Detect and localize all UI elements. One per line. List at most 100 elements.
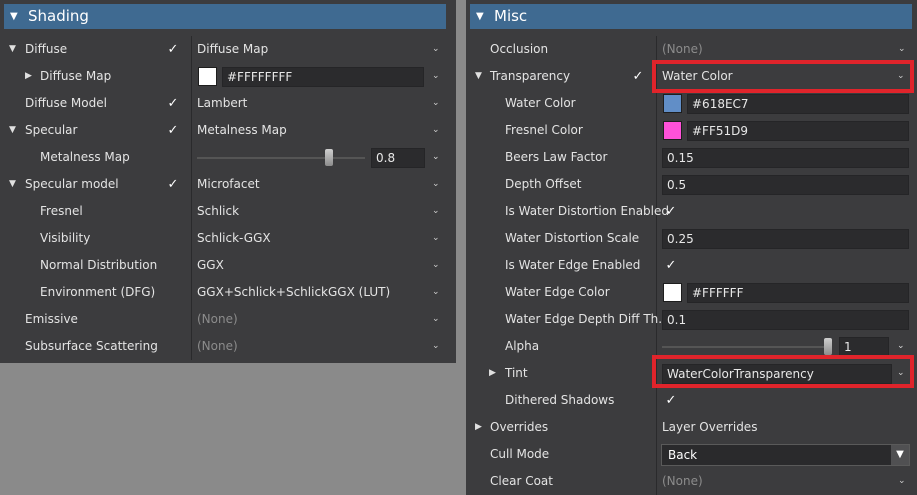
water-distortion-scale-label: Water Distortion Scale	[505, 231, 640, 245]
water-distortion-checkbox[interactable]: ✓	[664, 205, 678, 219]
diffuse-model-checkbox[interactable]: ✓	[166, 97, 180, 111]
shading-header[interactable]: ▼ Shading	[4, 4, 446, 29]
chevron-down-icon[interactable]: ⌄	[432, 198, 440, 224]
subsurface-value[interactable]: (None)	[197, 333, 238, 360]
water-color-field[interactable]: #618EC7	[687, 94, 909, 114]
misc-header[interactable]: ▼ Misc	[470, 4, 912, 29]
transparency-checkbox[interactable]: ✓	[631, 70, 645, 84]
clear-coat-label: Clear Coat	[490, 474, 553, 488]
row-diffuse: ▼ Diffuse ✓ Diffuse Map ⌄	[0, 36, 456, 63]
chevron-down-icon[interactable]: ⌄	[898, 36, 906, 62]
expand-arrow-icon[interactable]: ▼	[475, 63, 482, 90]
beers-law-field[interactable]: 0.15	[662, 148, 909, 168]
expand-arrow-icon[interactable]: ▼	[9, 36, 16, 63]
fresnel-color-field[interactable]: #FF51D9	[687, 121, 909, 141]
chevron-down-icon[interactable]: ⌄	[432, 117, 440, 143]
collapse-arrow-icon[interactable]: ▼	[476, 4, 484, 29]
row-tint: ▶ Tint WaterColorTransparency ⌄	[466, 360, 917, 387]
expand-arrow-icon[interactable]: ▶	[25, 63, 32, 90]
expand-arrow-icon[interactable]: ▼	[9, 117, 16, 144]
specular-checkbox[interactable]: ✓	[166, 124, 180, 138]
row-specular: ▼ Specular ✓ Metalness Map ⌄	[0, 117, 456, 144]
alpha-slider-track[interactable]	[662, 346, 832, 348]
environment-label: Environment (DFG)	[40, 285, 156, 299]
clear-coat-value[interactable]: (None)	[662, 468, 703, 495]
row-water-color: Water Color #618EC7	[466, 90, 917, 117]
transparency-value[interactable]: Water Color	[662, 63, 733, 90]
metalness-value-field[interactable]: 0.8	[371, 148, 425, 168]
occlusion-value[interactable]: (None)	[662, 36, 703, 63]
chevron-down-icon[interactable]: ⌄	[432, 36, 440, 62]
row-cull-mode: Cull Mode Back ▼	[466, 441, 917, 468]
chevron-down-icon[interactable]: ▼	[891, 445, 909, 465]
tint-field[interactable]: WaterColorTransparency	[662, 364, 892, 384]
row-dithered-shadows: Dithered Shadows ✓	[466, 387, 917, 414]
chevron-down-icon[interactable]: ⌄	[432, 252, 440, 278]
chevron-down-icon[interactable]: ⌄	[432, 306, 440, 332]
row-water-distortion-scale: Water Distortion Scale 0.25	[466, 225, 917, 252]
chevron-down-icon[interactable]: ⌄	[432, 171, 440, 197]
chevron-down-icon[interactable]: ⌄	[432, 144, 440, 170]
metalness-slider-thumb[interactable]	[325, 149, 333, 166]
water-edge-checkbox[interactable]: ✓	[664, 259, 678, 273]
depth-offset-field[interactable]: 0.5	[662, 175, 909, 195]
specular-model-value[interactable]: Microfacet	[197, 171, 260, 198]
collapse-arrow-icon[interactable]: ▼	[10, 4, 18, 29]
environment-value[interactable]: GGX+Schlick+SchlickGGX (LUT)	[197, 279, 390, 306]
metalness-slider-track[interactable]	[197, 157, 365, 159]
shading-title: Shading	[28, 7, 89, 25]
diffuse-value[interactable]: Diffuse Map	[197, 36, 268, 63]
fresnel-color-swatch[interactable]	[663, 121, 682, 140]
fresnel-value[interactable]: Schlick	[197, 198, 239, 225]
expand-arrow-icon[interactable]: ▶	[489, 360, 496, 387]
alpha-slider-thumb[interactable]	[824, 338, 832, 355]
chevron-down-icon[interactable]: ⌄	[432, 333, 440, 359]
row-beers-law: Beers Law Factor 0.15	[466, 144, 917, 171]
chevron-down-icon[interactable]: ⌄	[897, 63, 905, 89]
chevron-down-icon[interactable]: ⌄	[432, 90, 440, 116]
metalness-map-label: Metalness Map	[40, 150, 130, 164]
water-color-swatch[interactable]	[663, 94, 682, 113]
chevron-down-icon[interactable]: ⌄	[897, 333, 905, 359]
water-edge-depth-field[interactable]: 0.1	[662, 310, 909, 330]
row-water-distortion-enabled: Is Water Distortion Enabled ✓	[466, 198, 917, 225]
diffuse-model-label: Diffuse Model	[25, 96, 107, 110]
visibility-label: Visibility	[40, 231, 91, 245]
water-edge-depth-label: Water Edge Depth Diff Th...	[505, 312, 670, 326]
visibility-value[interactable]: Schlick-GGX	[197, 225, 271, 252]
chevron-down-icon[interactable]: ⌄	[432, 225, 440, 251]
dithered-shadows-checkbox[interactable]: ✓	[664, 394, 678, 408]
water-edge-color-field[interactable]: #FFFFFF	[687, 283, 909, 303]
expand-arrow-icon[interactable]: ▼	[9, 171, 16, 198]
row-normal-distribution: Normal Distribution GGX ⌄	[0, 252, 456, 279]
water-distortion-scale-field[interactable]: 0.25	[662, 229, 909, 249]
cull-mode-select[interactable]: Back ▼	[661, 444, 910, 466]
diffuse-map-swatch[interactable]	[198, 67, 217, 86]
chevron-down-icon[interactable]: ⌄	[897, 360, 905, 386]
row-visibility: Visibility Schlick-GGX ⌄	[0, 225, 456, 252]
misc-panel: ▼ Misc Occlusion (None) ⌄ ▼ Transparency…	[466, 0, 917, 495]
specular-model-checkbox[interactable]: ✓	[166, 178, 180, 192]
cull-mode-value: Back	[668, 448, 698, 462]
diffuse-map-field[interactable]: #FFFFFFFF	[222, 67, 424, 87]
subsurface-label: Subsurface Scattering	[25, 339, 158, 353]
beers-law-label: Beers Law Factor	[505, 150, 608, 164]
row-water-edge-depth: Water Edge Depth Diff Th... 0.1	[466, 306, 917, 333]
row-environment: Environment (DFG) GGX+Schlick+SchlickGGX…	[0, 279, 456, 306]
diffuse-model-value[interactable]: Lambert	[197, 90, 247, 117]
alpha-value-field[interactable]: 1	[839, 337, 889, 357]
emissive-value[interactable]: (None)	[197, 306, 238, 333]
cull-mode-label: Cull Mode	[490, 447, 550, 461]
tint-label: Tint	[505, 366, 528, 380]
transparency-label: Transparency	[490, 69, 571, 83]
normal-distribution-value[interactable]: GGX	[197, 252, 224, 279]
specular-value[interactable]: Metalness Map	[197, 117, 287, 144]
diffuse-checkbox[interactable]: ✓	[166, 43, 180, 57]
expand-arrow-icon[interactable]: ▶	[475, 414, 482, 441]
chevron-down-icon[interactable]: ⌄	[898, 468, 906, 494]
chevron-down-icon[interactable]: ⌄	[432, 63, 440, 89]
specular-label: Specular	[25, 123, 78, 137]
chevron-down-icon[interactable]: ⌄	[432, 279, 440, 305]
water-distortion-enabled-label: Is Water Distortion Enabled	[505, 204, 669, 218]
water-edge-color-swatch[interactable]	[663, 283, 682, 302]
